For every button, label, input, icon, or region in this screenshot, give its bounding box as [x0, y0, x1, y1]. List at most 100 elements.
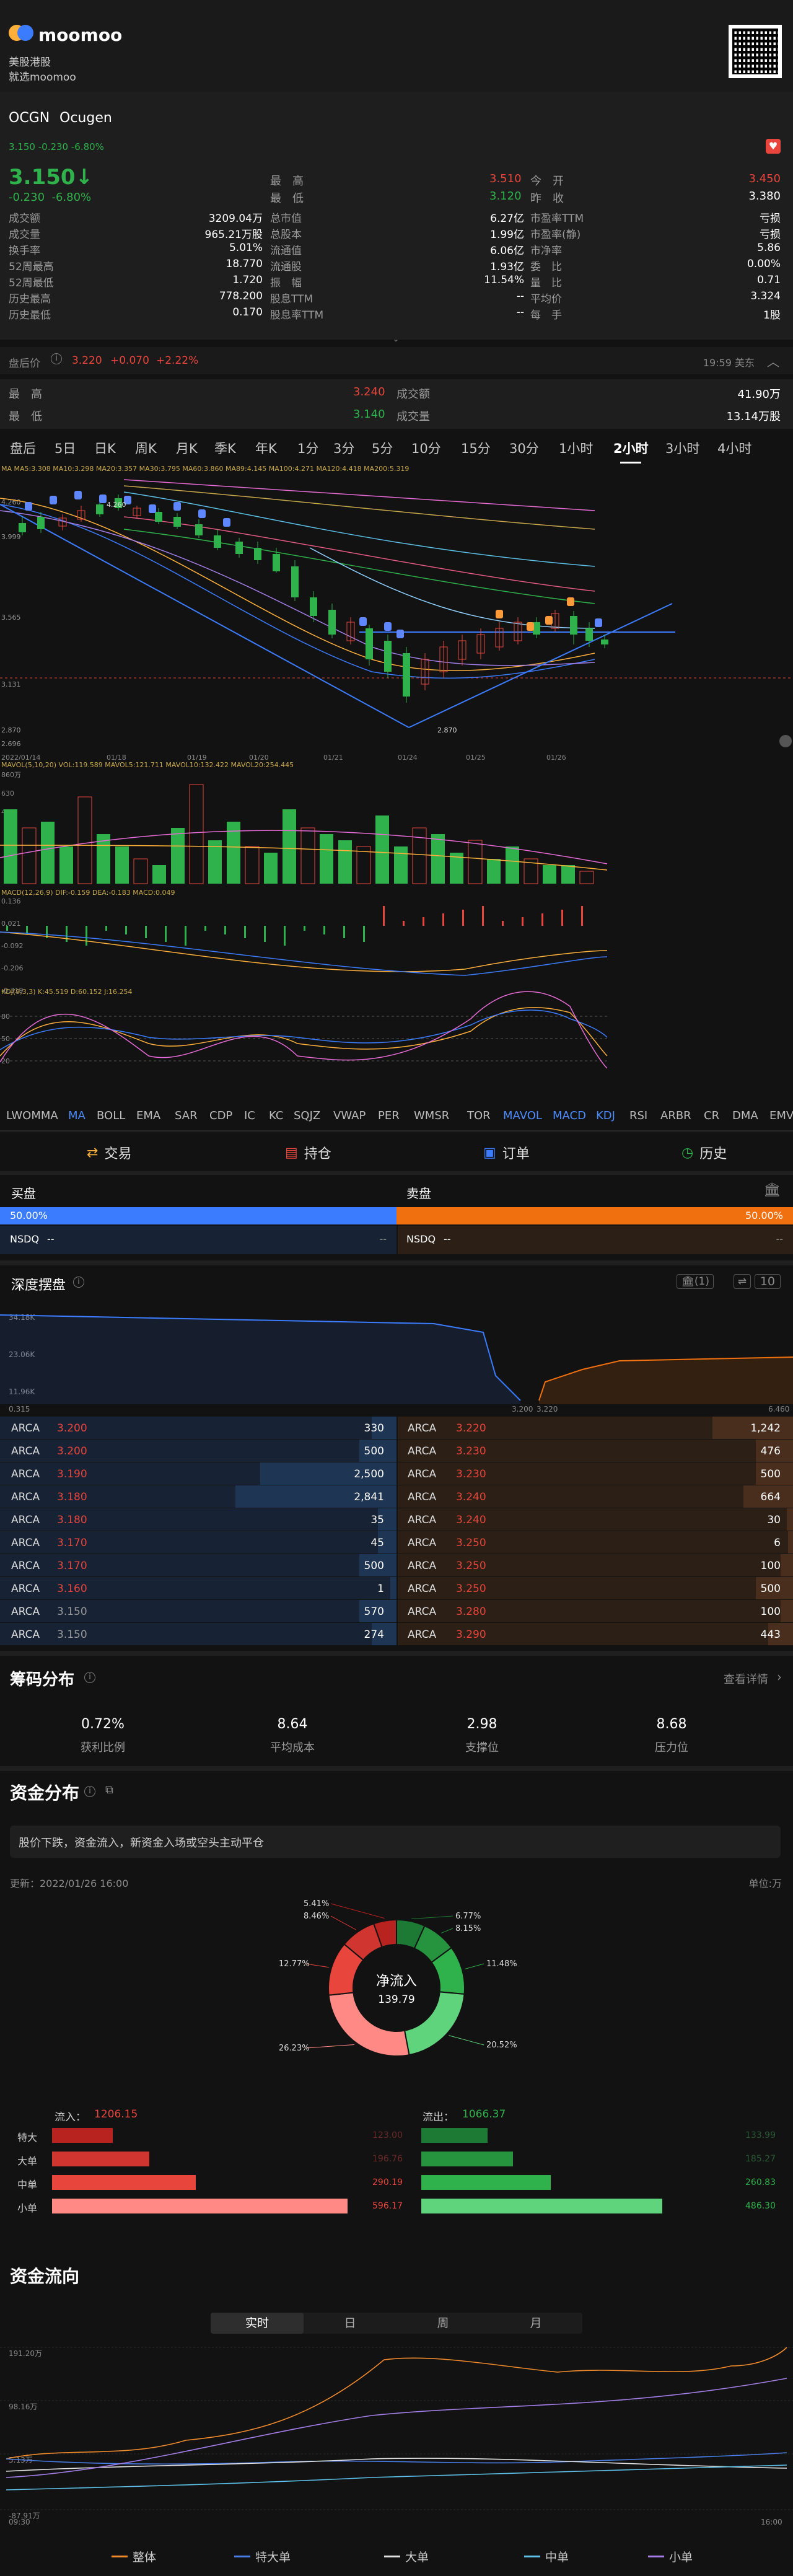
- chart-tab[interactable]: 1分: [297, 439, 318, 457]
- chart-tab[interactable]: 30分: [509, 439, 539, 457]
- legend-swatch: [112, 2556, 128, 2557]
- indicator-tab[interactable]: CR: [704, 1109, 719, 1122]
- exchange-filter-button[interactable]: 🏛(1): [677, 1274, 714, 1289]
- buy-value: --: [47, 1233, 55, 1245]
- action-order-button[interactable]: ▣ 订单: [483, 1143, 530, 1163]
- indicator-tab[interactable]: WMSR: [414, 1109, 449, 1122]
- flow-tab[interactable]: 月: [489, 2313, 582, 2334]
- trade-marker-icon[interactable]: [545, 616, 553, 625]
- chart-tab[interactable]: 周K: [135, 439, 157, 457]
- donut-slice-label: 20.52%: [486, 2041, 517, 2050]
- indicator-tab[interactable]: MACD: [553, 1109, 586, 1122]
- order-book-row: ARCA 3.180 2,841 ARCA 3.240 664: [0, 1485, 793, 1508]
- capital-distribution: 资金分布 i ⧉ 股价下跌，资金流入，新资金入场或空头主动平仓 更新：2022/…: [0, 1777, 793, 2248]
- qr-code-icon[interactable]: [729, 25, 782, 78]
- indicator-tab[interactable]: PER: [378, 1109, 400, 1122]
- capital-info-icon[interactable]: i: [84, 1786, 95, 1797]
- flow-series-line: [6, 2458, 787, 2472]
- macd-bar: [185, 926, 186, 946]
- flow-tab[interactable]: 实时: [211, 2313, 304, 2334]
- chip-stat-label: 压力位: [655, 1741, 688, 1754]
- quote-value: 0.71: [757, 274, 781, 286]
- trade-marker-icon[interactable]: [595, 618, 602, 627]
- volume-bar: [320, 834, 333, 884]
- trade-marker-icon[interactable]: [149, 504, 156, 513]
- indicator-tab[interactable]: RSI: [629, 1109, 647, 1122]
- trade-marker-icon[interactable]: [527, 622, 534, 631]
- depth-title: 深度摆盘: [11, 1278, 66, 1293]
- trade-marker-icon[interactable]: [173, 502, 181, 511]
- trade-marker-icon[interactable]: [567, 597, 574, 606]
- share-icon[interactable]: ⧉: [105, 1783, 113, 1796]
- indicator-tab[interactable]: KC: [269, 1109, 283, 1122]
- action-trade-button[interactable]: ⇄ 交易: [87, 1143, 131, 1163]
- chips-info-icon[interactable]: i: [84, 1672, 95, 1683]
- indicator-tab[interactable]: MA: [68, 1109, 85, 1122]
- info-icon[interactable]: i: [51, 353, 62, 364]
- bank-icon[interactable]: 🏛: [763, 1182, 781, 1198]
- trade-marker-icon[interactable]: [198, 509, 206, 518]
- chevron-right-icon[interactable]: ›: [777, 1669, 782, 1684]
- outflow-value: 133.99: [745, 2130, 776, 2140]
- trade-marker-icon[interactable]: [396, 630, 404, 638]
- quote-value: 0.00%: [747, 258, 781, 270]
- depth-info-icon[interactable]: i: [73, 1277, 84, 1288]
- indicator-tab[interactable]: LWOMMA: [6, 1109, 58, 1122]
- chart-tab[interactable]: 15分: [461, 439, 491, 457]
- bid-price: 3.170: [57, 1560, 87, 1572]
- donut-slice-label: 8.46%: [304, 1912, 329, 1921]
- indicator-tab[interactable]: EMV: [769, 1109, 793, 1122]
- chart-tab[interactable]: 4小时: [717, 439, 751, 457]
- chart-tab[interactable]: 1小时: [559, 439, 593, 457]
- flow-tab[interactable]: 日: [304, 2313, 396, 2334]
- chart-tab[interactable]: 年K: [255, 439, 277, 457]
- indicator-tab[interactable]: CDP: [209, 1109, 232, 1122]
- macd-bar: [244, 926, 246, 938]
- collapse-chevron-icon[interactable]: ︿: [767, 352, 779, 370]
- indicator-tab[interactable]: TOR: [467, 1109, 491, 1122]
- chart-settings-icon[interactable]: [779, 735, 792, 747]
- trade-marker-icon[interactable]: [223, 518, 230, 527]
- inflow-bar: [52, 2152, 149, 2166]
- chart-tab[interactable]: 3分: [333, 439, 354, 457]
- action-history-button[interactable]: ◷ 历史: [681, 1143, 727, 1163]
- settings-sliders-icon[interactable]: ⇌: [733, 1274, 751, 1289]
- trade-marker-icon[interactable]: [74, 491, 82, 499]
- flow-tab[interactable]: 周: [396, 2313, 489, 2334]
- trade-marker-icon[interactable]: [496, 610, 503, 618]
- chart-tab[interactable]: 月K: [176, 439, 198, 457]
- trade-marker-icon[interactable]: [50, 496, 57, 504]
- indicator-tab[interactable]: VWAP: [333, 1109, 366, 1122]
- chips-detail-link[interactable]: 查看详情: [724, 1671, 768, 1687]
- kline-chart[interactable]: MA MA5:3.308 MA10:3.298 MA20:3.357 MA30:…: [0, 465, 793, 1091]
- chart-tab[interactable]: 5分: [372, 439, 393, 457]
- indicator-tab[interactable]: SQJZ: [294, 1109, 320, 1122]
- indicator-tab[interactable]: ARBR: [660, 1109, 691, 1122]
- chart-tab[interactable]: 10分: [411, 439, 441, 457]
- chart-tab[interactable]: 3小时: [665, 439, 699, 457]
- chart-tab[interactable]: 5日: [55, 439, 76, 457]
- trade-marker-icon[interactable]: [25, 502, 32, 511]
- chart-tab[interactable]: 季K: [214, 439, 236, 457]
- indicator-tab[interactable]: SAR: [175, 1109, 198, 1122]
- ask-price: 3.230: [456, 1445, 486, 1457]
- trade-marker-icon[interactable]: [99, 495, 107, 503]
- chart-tab[interactable]: 2小时: [613, 439, 649, 464]
- expand-chevron-icon[interactable]: ⌄: [393, 335, 399, 343]
- indicator-tab[interactable]: IC: [244, 1109, 255, 1122]
- trade-marker-icon[interactable]: [384, 622, 392, 631]
- after-hours-time: 19:59 美东: [703, 357, 755, 369]
- indicator-tab[interactable]: DMA: [732, 1109, 758, 1122]
- stock-name: Ocugen: [59, 110, 112, 126]
- chart-tab[interactable]: 盘后: [10, 439, 36, 457]
- indicator-tab[interactable]: MAVOL: [503, 1109, 542, 1122]
- depth-levels-button[interactable]: 10: [754, 1274, 781, 1289]
- chip-stat-label: 支撑位: [465, 1741, 499, 1754]
- chart-tab[interactable]: 日K: [94, 439, 116, 457]
- indicator-tab[interactable]: BOLL: [97, 1109, 125, 1122]
- trade-marker-icon[interactable]: [359, 617, 367, 626]
- action-position-button[interactable]: ▤ 持仓: [285, 1143, 331, 1163]
- indicator-tab[interactable]: KDJ: [596, 1109, 615, 1122]
- favorite-heart-icon[interactable]: ♥: [766, 139, 781, 154]
- indicator-tab[interactable]: EMA: [136, 1109, 160, 1122]
